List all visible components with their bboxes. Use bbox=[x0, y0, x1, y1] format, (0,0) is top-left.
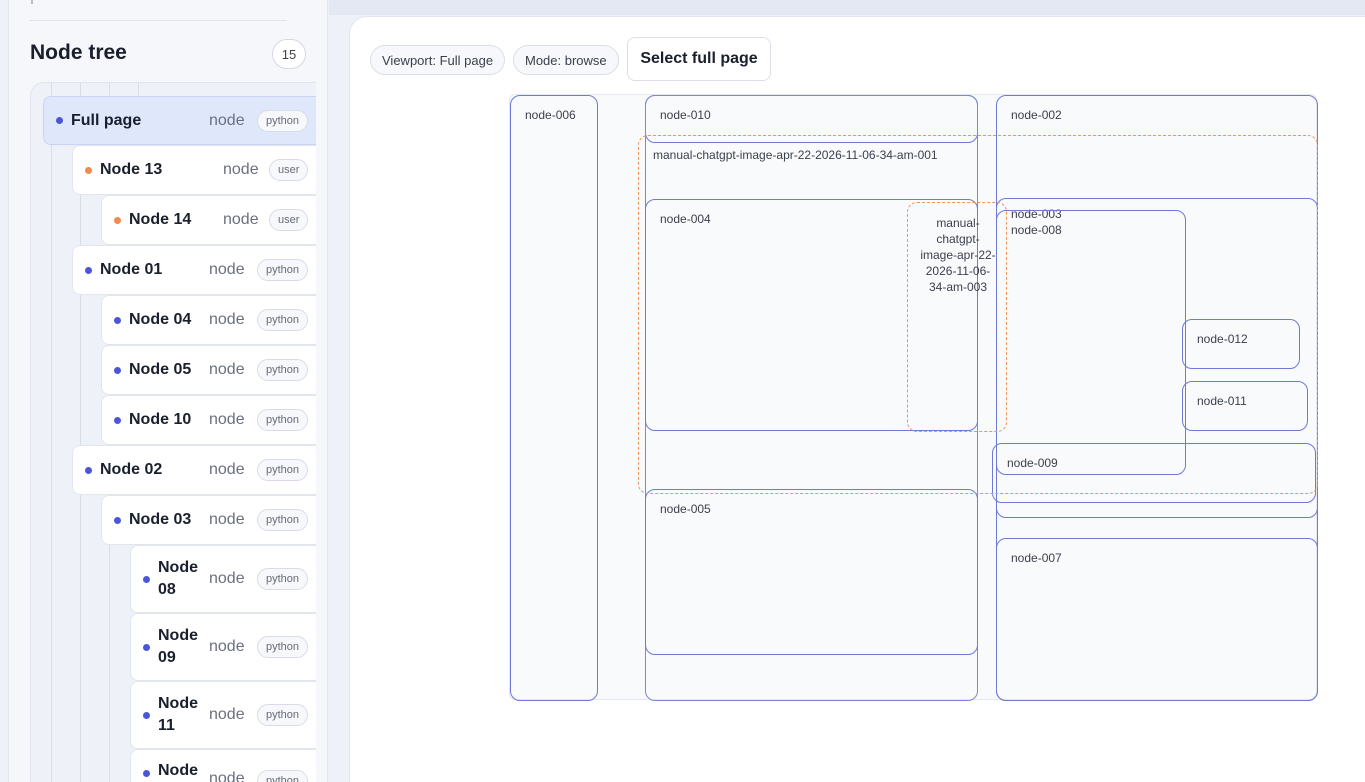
tree-item-node-13[interactable]: Node 13 node user bbox=[72, 145, 316, 195]
python-node-dot bbox=[85, 466, 92, 474]
tree-item-type: node bbox=[209, 511, 245, 528]
tree-guide bbox=[51, 83, 52, 782]
python-node-dot bbox=[114, 416, 121, 424]
tree-item-node-11[interactable]: Node 11 node python bbox=[130, 681, 316, 749]
tree-item-type: node bbox=[223, 211, 259, 228]
tree-item-node-partial[interactable]: Node node python bbox=[130, 749, 316, 782]
tree-item-label: Node 03 bbox=[129, 511, 192, 528]
mode-pill[interactable]: Mode: browse bbox=[513, 45, 619, 75]
node-box-label: node-007 bbox=[1009, 551, 1064, 565]
node-tree-panel: Full page node python Node 13 node user … bbox=[30, 82, 316, 782]
sidebar-tick bbox=[31, 0, 33, 4]
python-node-dot bbox=[114, 516, 121, 524]
tree-item-label: Node 13 bbox=[100, 161, 163, 178]
user-node-dot bbox=[85, 166, 92, 174]
tree-item-tag: python bbox=[257, 636, 309, 658]
manual-box-003[interactable]: manual-chatgpt-image-apr-22-2026-11-06-3… bbox=[907, 202, 1007, 432]
tree-item-type: node bbox=[209, 461, 245, 478]
tree-item-tag: python bbox=[257, 509, 309, 531]
tree-item-type: node bbox=[209, 638, 245, 655]
tree-item-node-04[interactable]: Node 04 node python bbox=[101, 295, 316, 345]
tree-item-tag: python bbox=[257, 109, 309, 132]
tree-item-tag: python bbox=[257, 359, 309, 381]
manual-box-label: manual-chatgpt-image-apr-22-2026-11-06-3… bbox=[653, 148, 938, 162]
tree-item-type: node bbox=[209, 261, 245, 278]
tree-item-tag: python bbox=[257, 770, 309, 782]
node-box-label: node-005 bbox=[658, 502, 713, 516]
tree-item-node-01[interactable]: Node 01 node python bbox=[72, 245, 316, 295]
python-node-dot bbox=[143, 575, 150, 583]
tree-item-node-02[interactable]: Node 02 node python bbox=[72, 445, 316, 495]
node-box-label: node-002 bbox=[1009, 108, 1064, 122]
page-canvas[interactable]: node-006 node-010 node-002 node-004 node… bbox=[509, 94, 1318, 701]
python-node-dot bbox=[114, 316, 121, 324]
tree-item-node-05[interactable]: Node 05 node python bbox=[101, 345, 316, 395]
tree-item-label: Node 08 bbox=[158, 559, 198, 598]
select-full-page-button[interactable]: Select full page bbox=[627, 37, 771, 81]
tree-item-tag: python bbox=[257, 568, 309, 590]
tree-item-label: Node 04 bbox=[129, 311, 192, 328]
tree-item-node-08[interactable]: Node 08 node python bbox=[130, 545, 316, 613]
sidebar-divider bbox=[29, 20, 287, 21]
python-node-dot bbox=[85, 266, 92, 274]
tree-item-tag: python bbox=[257, 309, 309, 331]
python-node-dot bbox=[143, 711, 150, 719]
tree-item-label: Node bbox=[158, 762, 198, 779]
python-node-dot bbox=[56, 117, 63, 124]
tree-item-tag: user bbox=[269, 159, 309, 181]
tree-item-label: Node 05 bbox=[129, 361, 192, 378]
tree-item-label: Node 01 bbox=[100, 261, 163, 278]
node-box-006[interactable]: node-006 bbox=[510, 95, 598, 701]
node-count-badge: 15 bbox=[272, 39, 306, 69]
tree-item-label: Node 10 bbox=[129, 411, 192, 428]
tree-item-type: node bbox=[209, 311, 245, 328]
tree-item-node-09[interactable]: Node 09 node python bbox=[130, 613, 316, 681]
node-tree-sidebar: Node tree 15 Full page node python Node … bbox=[8, 0, 328, 782]
user-node-dot bbox=[114, 216, 121, 224]
tree-item-node-10[interactable]: Node 10 node python bbox=[101, 395, 316, 445]
node-tree-title: Node tree bbox=[30, 41, 127, 64]
tree-item-label: Node 02 bbox=[100, 461, 163, 478]
tree-item-type: node bbox=[209, 706, 245, 723]
tree-item-node-03[interactable]: Node 03 node python bbox=[101, 495, 316, 545]
tree-item-tag: user bbox=[269, 209, 309, 231]
node-box-label: node-006 bbox=[523, 108, 578, 122]
tree-item-tag: python bbox=[257, 704, 309, 726]
tree-item-type: node bbox=[209, 770, 245, 782]
manual-box-label: manual-chatgpt-image-apr-22-2026-11-06-3… bbox=[920, 216, 996, 294]
tree-item-type: node bbox=[209, 411, 245, 428]
tree-item-type: node bbox=[209, 361, 245, 378]
tree-item-tag: python bbox=[257, 459, 309, 481]
tree-item-tag: python bbox=[257, 409, 309, 431]
tree-item-tag: python bbox=[257, 259, 309, 281]
tree-item-type: node bbox=[209, 570, 245, 587]
python-node-dot bbox=[143, 643, 150, 651]
tree-item-full-page[interactable]: Full page node python bbox=[43, 96, 316, 145]
node-box-007[interactable]: node-007 bbox=[996, 538, 1318, 701]
tree-item-label: Node 09 bbox=[158, 627, 198, 666]
python-node-dot bbox=[143, 770, 150, 777]
top-bar bbox=[329, 0, 1365, 15]
tree-item-label: Node 14 bbox=[129, 211, 192, 228]
tree-item-label: Node 11 bbox=[158, 695, 198, 734]
python-node-dot bbox=[114, 366, 121, 374]
tree-item-type: node bbox=[223, 161, 259, 178]
node-box-005[interactable]: node-005 bbox=[645, 489, 978, 655]
tree-item-type: node bbox=[209, 111, 245, 129]
main-panel: Viewport: Full page Mode: browse Select … bbox=[349, 16, 1365, 782]
viewport-pill[interactable]: Viewport: Full page bbox=[370, 45, 506, 75]
tree-item-node-14[interactable]: Node 14 node user bbox=[101, 195, 316, 245]
tree-item-label: Full page bbox=[71, 111, 142, 129]
